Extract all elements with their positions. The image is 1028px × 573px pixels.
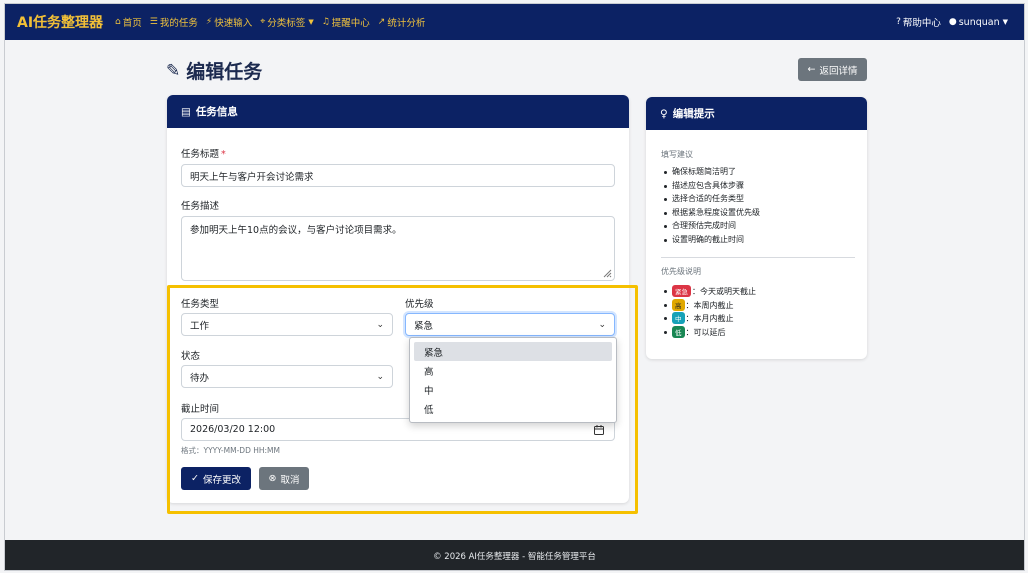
nav-quick-input[interactable]: ⚡ 快速输入 — [206, 15, 252, 29]
tip-item: 设置明确的截止时间 — [664, 234, 760, 248]
deadline-label: 截止时间 — [181, 404, 220, 415]
tips-section-suggestions: 填写建议 — [661, 150, 693, 159]
check-circle-icon: ✓ — [191, 473, 199, 484]
priority-option-urgent[interactable]: 紧急 — [414, 342, 612, 361]
page-title: ✎ 编辑任务 — [166, 60, 263, 84]
badge-urgent: 紧急 — [672, 285, 691, 297]
tip-item: 描述应包含具体步骤 — [664, 180, 760, 194]
priority-label: 优先级 — [405, 299, 434, 310]
nav-home[interactable]: ⌂ 首页 — [115, 15, 142, 29]
deadline-format-help: 格式：YYYY-MM-DD HH:MM — [181, 446, 280, 455]
arrow-left-icon: ← — [807, 64, 816, 75]
cancel-button[interactable]: ⊗ 取消 — [259, 467, 309, 490]
chevron-down-icon: ⌄ — [598, 319, 606, 330]
badge-low: 低 — [672, 325, 685, 338]
tip-item: 确保标题简洁明了 — [664, 166, 760, 180]
priority-legend-list: 紧急 ：今天或明天截止 高：本周内截止 中：本月内截止 低：可以延后 — [664, 285, 756, 340]
tip-item: 选择合适的任务类型 — [664, 193, 760, 207]
question-circle-icon: ? — [896, 17, 901, 27]
brand-logo[interactable]: AI任务整理器 — [17, 12, 103, 32]
browser-frame: AI任务整理器 ⌂ 首页 ☰ 我的任务 ⚡ 快速输入 ⌖ 分类标签 ▼ ♫ 提醒… — [4, 3, 1025, 571]
nav-user-menu[interactable]: ● sunquan ▼ — [949, 17, 1008, 28]
calendar-icon[interactable] — [594, 424, 604, 435]
badge-high: 高 — [672, 298, 685, 311]
task-info-header: ▤ 任务信息 — [167, 95, 629, 128]
user-circle-icon: ● — [948, 17, 957, 27]
task-info-card: ▤ 任务信息 任务标题 * 明天上午与客户开会讨论需求 任务描述 参加明天上午10… — [167, 95, 629, 503]
tip-item: 根据紧急程度设置优先级 — [664, 207, 760, 221]
nav-category-tags[interactable]: ⌖ 分类标签 ▼ — [260, 15, 313, 29]
description-textarea[interactable]: 参加明天上午10点的会议，与客户讨论项目需求。 — [181, 216, 615, 281]
task-type-select[interactable]: 工作 ⌄ — [181, 313, 393, 336]
priority-dropdown-list: 紧急 高 中 低 — [409, 337, 617, 423]
priority-legend-item: 紧急 ：今天或明天截止 — [664, 285, 756, 299]
nav-my-tasks[interactable]: ☰ 我的任务 — [150, 15, 198, 29]
nav-statistics[interactable]: ↗ 统计分析 — [378, 15, 426, 29]
bell-icon: ♫ — [321, 17, 330, 27]
badge-medium: 中 — [672, 312, 685, 325]
tips-divider — [661, 257, 855, 258]
priority-legend-item: 高：本周内截止 — [664, 298, 756, 313]
top-navbar: AI任务整理器 ⌂ 首页 ☰ 我的任务 ⚡ 快速输入 ⌖ 分类标签 ▼ ♫ 提醒… — [5, 4, 1024, 40]
chevron-down-icon: ⌄ — [376, 319, 384, 330]
priority-option-medium[interactable]: 中 — [414, 380, 612, 399]
task-type-label: 任务类型 — [181, 299, 220, 310]
priority-option-high[interactable]: 高 — [414, 361, 612, 380]
back-to-detail-button[interactable]: ← 返回详情 — [798, 58, 867, 81]
description-label: 任务描述 — [181, 201, 220, 212]
title-input[interactable]: 明天上午与客户开会讨论需求 — [181, 164, 615, 187]
edit-tips-header: ♀ 编辑提示 — [646, 97, 867, 130]
caret-down-icon: ▼ — [1002, 18, 1008, 26]
tag-icon: ⌖ — [260, 17, 266, 27]
priority-option-low[interactable]: 低 — [414, 399, 612, 418]
priority-legend-item: 低：可以延后 — [664, 325, 756, 340]
nav-reminder-center[interactable]: ♫ 提醒中心 — [322, 15, 370, 29]
x-circle-icon: ⊗ — [268, 473, 277, 484]
document-icon: ▤ — [181, 105, 191, 118]
lightning-icon: ⚡ — [205, 17, 213, 27]
home-icon: ⌂ — [115, 17, 121, 27]
save-changes-button[interactable]: ✓ 保存更改 — [181, 467, 251, 490]
nav-right-group: ? 帮助中心 ● sunquan ▼ — [896, 15, 1016, 30]
chart-icon: ↗ — [377, 17, 386, 27]
page-footer: © 2026 AI任务整理器 - 智能任务管理平台 — [5, 540, 1024, 570]
list-icon: ☰ — [149, 17, 158, 27]
caret-down-icon: ▼ — [308, 18, 314, 26]
priority-select[interactable]: 紧急 ⌄ — [405, 313, 615, 336]
priority-legend-item: 中：本月内截止 — [664, 312, 756, 326]
status-select[interactable]: 待办 ⌄ — [181, 365, 393, 388]
pencil-icon: ✎ — [166, 60, 181, 81]
title-label: 任务标题 * — [181, 149, 226, 160]
chevron-down-icon: ⌄ — [376, 371, 384, 382]
tip-item: 合理预估完成时间 — [664, 220, 760, 234]
lightbulb-icon: ♀ — [660, 107, 668, 120]
edit-tips-card: ♀ 编辑提示 填写建议 确保标题简洁明了 描述应包含具体步骤 选择合适的任务类型… — [646, 97, 867, 359]
tips-section-priority: 优先级说明 — [661, 267, 701, 276]
nav-help-center[interactable]: ? 帮助中心 — [896, 15, 941, 29]
resize-handle-icon[interactable] — [602, 268, 612, 278]
tips-list: 确保标题简洁明了 描述应包含具体步骤 选择合适的任务类型 根据紧急程度设置优先级… — [664, 166, 760, 248]
status-label: 状态 — [181, 351, 201, 362]
required-marker: * — [221, 149, 226, 160]
